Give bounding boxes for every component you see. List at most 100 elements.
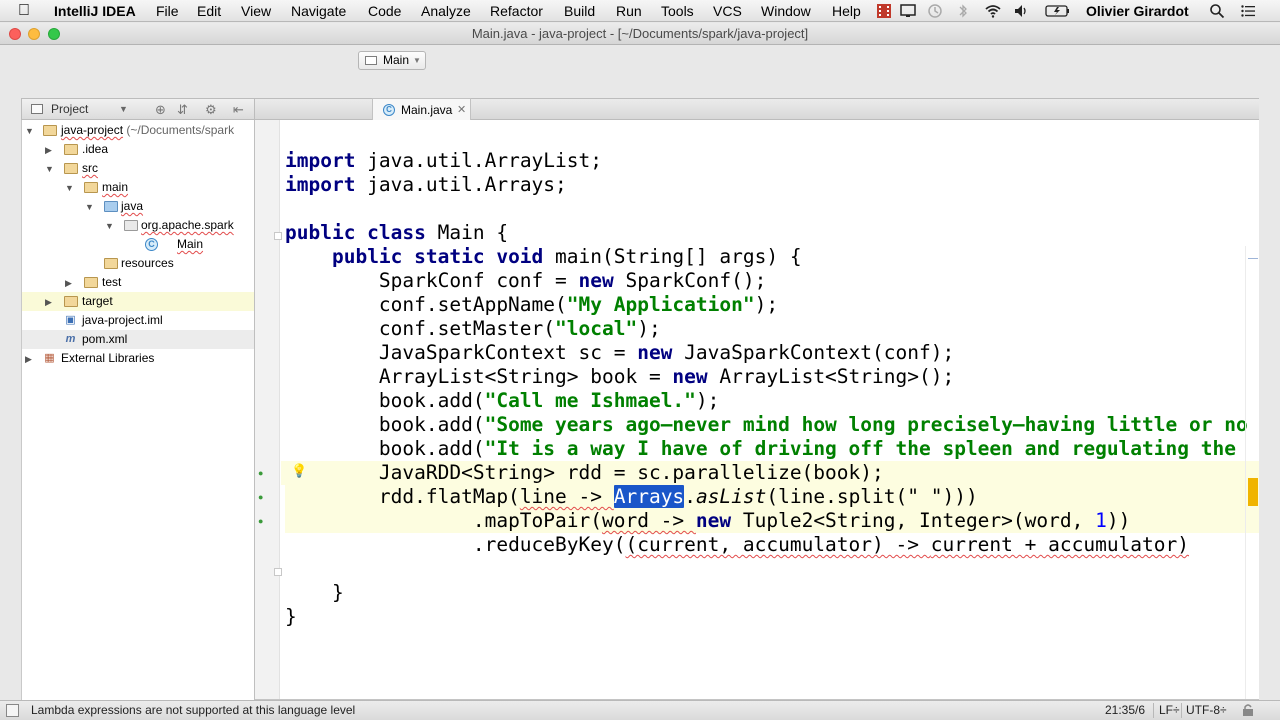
main-toolbar: Main ▼ bbox=[0, 46, 1280, 96]
expanded-arrow-icon[interactable]: ▼ bbox=[25, 126, 35, 136]
lock-icon[interactable] bbox=[1242, 703, 1254, 717]
tree-item-external-libraries[interactable]: ▶ ▦ External Libraries bbox=[22, 349, 254, 368]
lambda-gutter-icon[interactable]: ● bbox=[258, 468, 268, 478]
folder-icon bbox=[84, 277, 98, 288]
expanded-arrow-icon[interactable]: ▼ bbox=[45, 164, 55, 174]
collapsed-arrow-icon[interactable]: ▶ bbox=[45, 297, 55, 307]
java-class-icon: C bbox=[145, 238, 158, 251]
status-message[interactable]: Lambda expressions are not supported at … bbox=[31, 701, 355, 720]
gear-icon[interactable]: ⚙ bbox=[205, 100, 217, 120]
battery-icon[interactable] bbox=[1045, 3, 1071, 19]
window-minimize-button[interactable] bbox=[28, 28, 40, 40]
expanded-arrow-icon[interactable]: ▼ bbox=[65, 183, 75, 193]
tree-item-label: java-project bbox=[61, 123, 124, 137]
window-title: Main.java - java-project - [~/Documents/… bbox=[471, 26, 809, 41]
tree-item-idea[interactable]: ▶ .idea bbox=[22, 140, 254, 159]
tree-item-label: org.apache.spark bbox=[141, 218, 234, 232]
tab-main-java[interactable]: C Main.java ✕ bbox=[372, 98, 471, 121]
menu-navigate[interactable]: Navigate bbox=[291, 0, 346, 22]
source-folder-icon bbox=[104, 201, 118, 212]
display-icon[interactable] bbox=[900, 3, 916, 19]
menu-edit[interactable]: Edit bbox=[197, 0, 221, 22]
project-panel-header: Project ▼ ⊕ ⇵ ⚙ ⇤ bbox=[21, 98, 255, 120]
code-line: .reduceByKey((current, accumulator) -> c… bbox=[472, 533, 1189, 556]
fold-marker-icon[interactable] bbox=[274, 568, 282, 576]
menu-vcs[interactable]: VCS bbox=[713, 0, 742, 22]
window-close-button[interactable] bbox=[9, 28, 21, 40]
project-tree[interactable]: ▼ java-project (~/Documents/spark ▶ .ide… bbox=[21, 120, 255, 700]
tree-item-pom[interactable]: m pom.xml bbox=[22, 330, 254, 349]
menu-analyze[interactable]: Analyze bbox=[421, 0, 471, 22]
code-line: rdd.flatMap(line -> Arrays.asList(line.s… bbox=[378, 485, 978, 508]
encoding-selector[interactable]: UTF-8÷ bbox=[1186, 701, 1227, 720]
apple-menu-icon[interactable]:  bbox=[18, 0, 30, 22]
fold-marker-icon[interactable] bbox=[274, 232, 282, 240]
expanded-arrow-icon[interactable]: ▼ bbox=[85, 202, 95, 212]
volume-icon[interactable] bbox=[1013, 3, 1029, 19]
menu-code[interactable]: Code bbox=[368, 0, 401, 22]
error-stripe[interactable] bbox=[1245, 246, 1259, 699]
scroll-from-source-icon[interactable]: ⊕ bbox=[155, 100, 166, 120]
menu-tools[interactable]: Tools bbox=[661, 0, 694, 22]
menu-run[interactable]: Run bbox=[616, 0, 642, 22]
app-menu[interactable]: IntelliJ IDEA bbox=[54, 0, 136, 22]
status-bar: Lambda expressions are not supported at … bbox=[0, 700, 1280, 720]
screen-recorder-icon[interactable] bbox=[876, 3, 892, 19]
user-name[interactable]: Olivier Girardot bbox=[1086, 0, 1189, 22]
collapsed-arrow-icon[interactable]: ▶ bbox=[65, 278, 75, 288]
window-maximize-button[interactable] bbox=[48, 28, 60, 40]
tree-item-package[interactable]: ▼ org.apache.spark bbox=[22, 216, 254, 235]
time-machine-icon[interactable] bbox=[927, 3, 943, 19]
menu-view[interactable]: View bbox=[241, 0, 271, 22]
code-editor[interactable]: ● ● ● 💡 import java.util.ArrayList; impor… bbox=[255, 120, 1259, 700]
tree-item-resources[interactable]: resources bbox=[22, 254, 254, 273]
spotlight-search-icon[interactable] bbox=[1209, 3, 1225, 19]
stripe-mark[interactable] bbox=[1248, 478, 1258, 506]
code-content[interactable]: import java.util.ArrayList; import java.u… bbox=[285, 125, 1248, 677]
module-folder-icon bbox=[43, 125, 57, 136]
tree-item-java-project[interactable]: ▼ java-project (~/Documents/spark bbox=[22, 121, 254, 140]
collapsed-arrow-icon[interactable]: ▶ bbox=[45, 145, 55, 155]
menu-help[interactable]: Help bbox=[832, 0, 861, 22]
close-icon[interactable]: ✕ bbox=[457, 99, 466, 121]
code-line: conf.setMaster("local"); bbox=[378, 317, 661, 340]
menu-window[interactable]: Window bbox=[761, 0, 811, 22]
status-separator bbox=[1153, 703, 1154, 718]
code-line: book.add("Call me Ishmael."); bbox=[378, 389, 720, 412]
collapsed-arrow-icon[interactable]: ▶ bbox=[25, 354, 35, 364]
tree-item-main[interactable]: ▼ main bbox=[22, 178, 254, 197]
lambda-gutter-icon[interactable]: ● bbox=[258, 492, 268, 502]
tree-item-java[interactable]: ▼ java bbox=[22, 197, 254, 216]
collapse-all-icon[interactable]: ⇵ bbox=[177, 100, 188, 120]
code-line: } bbox=[285, 605, 297, 628]
lambda-gutter-icon[interactable]: ● bbox=[258, 516, 268, 526]
menu-build[interactable]: Build bbox=[564, 0, 595, 22]
notification-center-icon[interactable] bbox=[1240, 3, 1256, 19]
stripe-mark[interactable] bbox=[1248, 258, 1258, 259]
line-separator-selector[interactable]: LF÷ bbox=[1159, 701, 1180, 720]
menu-file[interactable]: File bbox=[156, 0, 179, 22]
code-line: JavaSparkContext sc = new JavaSparkConte… bbox=[378, 341, 955, 364]
code-line: public static void main(String[] args) { bbox=[331, 245, 802, 268]
status-separator bbox=[1181, 703, 1182, 718]
maven-file-icon: m bbox=[65, 333, 76, 345]
bluetooth-icon[interactable] bbox=[955, 3, 971, 19]
tool-windows-icon[interactable] bbox=[6, 704, 19, 717]
expanded-arrow-icon[interactable]: ▼ bbox=[105, 221, 115, 231]
menu-refactor[interactable]: Refactor bbox=[490, 0, 543, 22]
chevron-down-icon[interactable]: ▼ bbox=[119, 99, 128, 119]
tree-item-src[interactable]: ▼ src bbox=[22, 159, 254, 178]
tree-item-main-class[interactable]: C Main bbox=[22, 235, 254, 254]
wifi-icon[interactable] bbox=[985, 3, 1001, 19]
tree-item-target[interactable]: ▶ target bbox=[22, 292, 254, 311]
caret-position[interactable]: 21:35/6 bbox=[1105, 701, 1145, 720]
editor-gutter[interactable]: ● ● ● bbox=[255, 120, 282, 699]
tree-item-label: .idea bbox=[82, 142, 109, 156]
tree-item-iml[interactable]: ▣ java-project.iml bbox=[22, 311, 254, 330]
project-view-selector[interactable]: Project bbox=[51, 99, 88, 119]
hide-panel-icon[interactable]: ⇤ bbox=[233, 100, 244, 120]
folder-icon bbox=[64, 163, 78, 174]
run-configuration-dropdown[interactable]: Main ▼ bbox=[358, 51, 426, 70]
tree-item-test[interactable]: ▶ test bbox=[22, 273, 254, 292]
